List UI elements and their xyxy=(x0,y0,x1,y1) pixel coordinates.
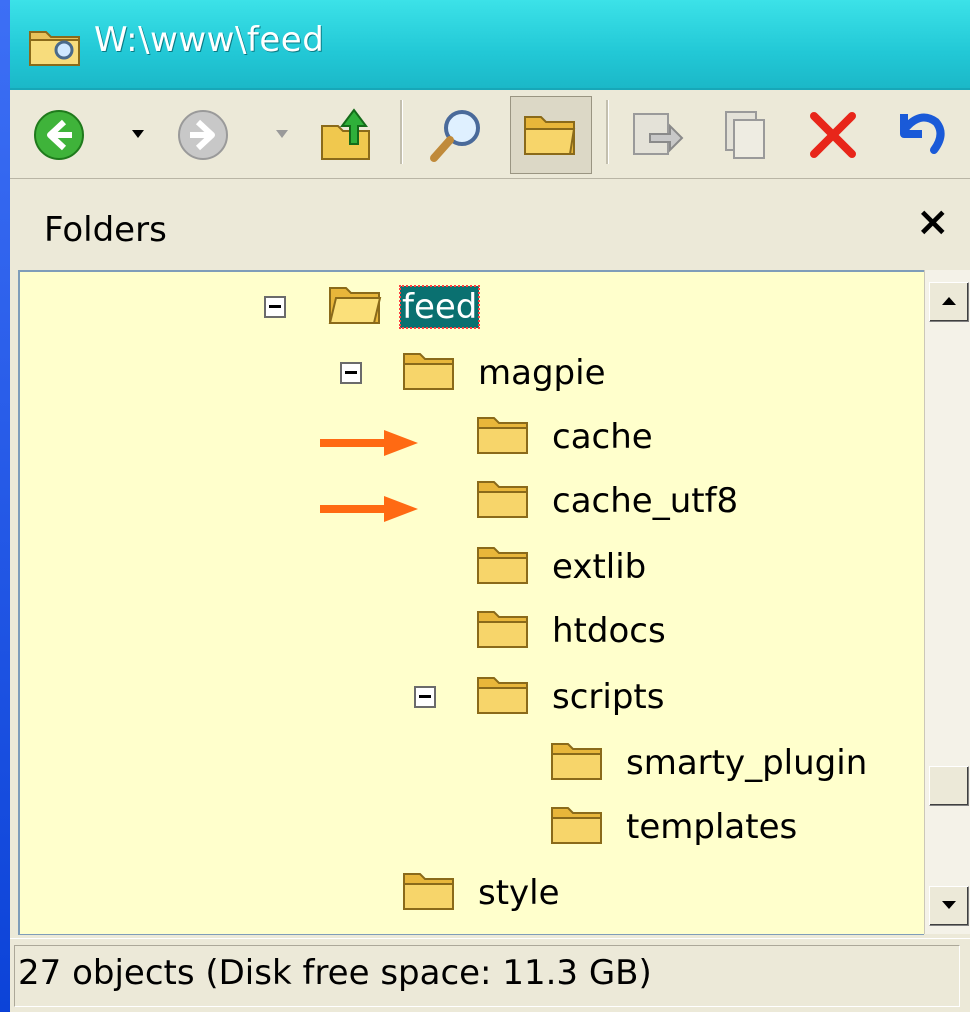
title-bar[interactable]: W:\www\feed xyxy=(10,0,970,90)
annotation-arrow-icon xyxy=(320,496,418,522)
tree-node-extlib[interactable]: extlib xyxy=(20,540,920,592)
tree-node-label[interactable]: extlib xyxy=(550,546,648,588)
close-icon[interactable]: × xyxy=(916,202,956,242)
status-bar: 27 objects (Disk free space: 11.3 GB) xyxy=(10,938,970,1012)
tree-node-smarty-plugin[interactable]: smarty_plugin xyxy=(20,736,920,788)
folder-icon xyxy=(551,743,602,780)
arrow-down-icon xyxy=(942,901,956,909)
tree-node-label[interactable]: htdocs xyxy=(550,610,668,652)
explorer-window: W:\www\feed Folders × feed magpie cache … xyxy=(0,0,970,1012)
folder-icon xyxy=(477,417,528,454)
status-text: 27 objects (Disk free space: 11.3 GB) xyxy=(18,953,652,993)
tree-node-cache-utf8[interactable]: cache_utf8 xyxy=(20,474,920,526)
tree-node-feed[interactable]: feed xyxy=(20,280,920,332)
tree-node-style[interactable]: style xyxy=(20,866,920,918)
back-dropdown-icon[interactable] xyxy=(130,128,146,140)
tree-node-label[interactable]: style xyxy=(476,872,562,914)
folder-open-icon xyxy=(328,287,382,324)
tree-node-htdocs[interactable]: htdocs xyxy=(20,604,920,656)
folders-pane-title: Folders xyxy=(44,210,167,250)
delete-icon[interactable] xyxy=(806,108,860,162)
search-icon[interactable] xyxy=(426,104,488,166)
window-title: W:\www\feed xyxy=(94,20,325,60)
undo-icon[interactable] xyxy=(890,104,950,162)
move-to-icon[interactable] xyxy=(628,106,686,162)
tree-node-cache[interactable]: cache xyxy=(20,410,920,462)
folder-icon xyxy=(403,873,454,910)
folder-icon xyxy=(403,353,454,390)
arrow-up-icon xyxy=(942,297,956,305)
tree-node-label[interactable]: cache xyxy=(550,416,655,458)
window-frame-left xyxy=(0,0,10,1011)
scroll-up-button[interactable] xyxy=(929,282,969,322)
forward-arrow-icon[interactable] xyxy=(176,108,230,162)
tree-node-label[interactable]: scripts xyxy=(550,676,666,718)
folders-toggle-button[interactable] xyxy=(510,96,592,174)
folders-pane-header: Folders × xyxy=(10,180,970,268)
folder-icon xyxy=(477,611,528,648)
vertical-scrollbar[interactable] xyxy=(924,270,970,934)
scroll-thumb[interactable] xyxy=(929,766,969,806)
forward-dropdown-icon[interactable] xyxy=(274,128,290,140)
toolbar xyxy=(10,90,970,179)
folder-icon xyxy=(477,481,528,518)
folder-tree: feed magpie cache cache_utf8 extlib htdo… xyxy=(18,270,924,935)
tree-node-label[interactable]: smarty_plugin xyxy=(624,742,869,784)
folder-search-icon xyxy=(29,31,80,66)
tree-node-label[interactable]: magpie xyxy=(476,352,607,394)
tree-node-scripts[interactable]: scripts xyxy=(20,670,920,722)
folder-icon xyxy=(477,547,528,584)
scroll-down-button[interactable] xyxy=(929,886,969,926)
tree-node-label[interactable]: templates xyxy=(624,806,799,848)
back-arrow-icon[interactable] xyxy=(32,108,86,162)
tree-node-magpie[interactable]: magpie xyxy=(20,346,920,398)
annotation-arrow-icon xyxy=(320,430,418,456)
collapse-icon[interactable] xyxy=(264,296,286,318)
folder-icon xyxy=(551,807,602,844)
collapse-icon[interactable] xyxy=(414,686,436,708)
collapse-icon[interactable] xyxy=(340,362,362,384)
tree-node-label[interactable]: feed xyxy=(398,285,481,329)
up-folder-icon[interactable] xyxy=(316,104,378,164)
copy-to-icon[interactable] xyxy=(716,106,774,162)
folder-icon xyxy=(524,116,576,155)
tree-node-templates[interactable]: templates xyxy=(20,800,920,852)
folder-icon xyxy=(477,677,528,714)
tree-node-label[interactable]: cache_utf8 xyxy=(550,480,740,522)
